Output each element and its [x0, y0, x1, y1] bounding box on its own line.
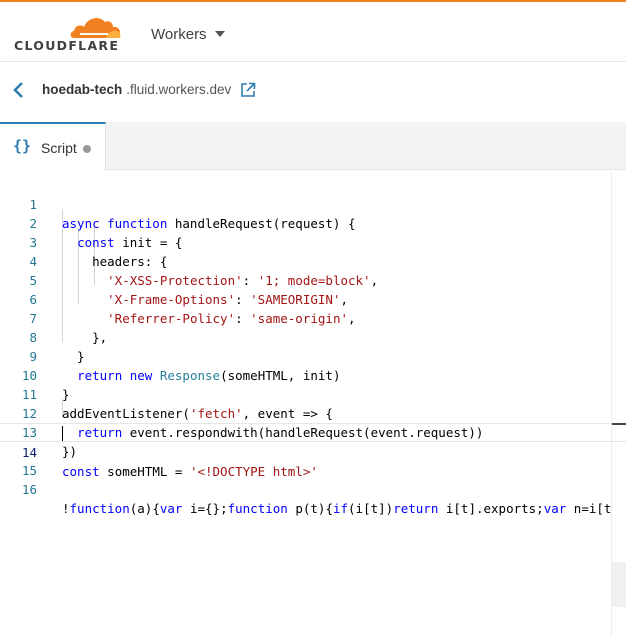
code-line: 16 !function(a){var i={};function p(t){i… — [0, 461, 626, 516]
product-menu-label: Workers — [151, 25, 207, 43]
line-number: 16 — [21, 482, 37, 497]
top-bar: CLOUDFLARE Workers — [0, 0, 626, 62]
tab-script[interactable]: {} Script — [0, 122, 106, 171]
braces-icon: {} — [13, 137, 32, 155]
code-line: 10 } — [0, 347, 626, 402]
code-line: 5 'X-Frame-Options': 'SAMEORIGIN', — [0, 252, 626, 307]
worker-domain: .fluid.workers.dev — [126, 82, 232, 97]
text-cursor — [62, 426, 63, 441]
product-menu-dropdown[interactable]: Workers — [151, 24, 225, 44]
code-line: 2 const init = { — [0, 195, 626, 250]
code-line: 7 }, — [0, 290, 626, 345]
code-line: 9 return new Response(someHTML, init) — [0, 328, 626, 383]
code-line: 13 }) — [0, 404, 626, 459]
cloudflare-logo[interactable]: CLOUDFLARE — [14, 12, 124, 54]
tab-label: Script — [41, 140, 77, 156]
worker-title: hoedab-tech .fluid.workers.dev — [42, 82, 231, 97]
caret-down-icon — [214, 31, 225, 37]
worker-name: hoedab-tech — [42, 82, 123, 97]
code-line: 6 'Referrer-Policy': 'same-origin', — [0, 271, 626, 326]
unsaved-dot-icon — [83, 145, 91, 153]
chevron-left-icon[interactable] — [11, 80, 27, 100]
code-line: 4 'X-XSS-Protection': '1; mode=block', — [0, 233, 626, 288]
code-line: 15 — [0, 442, 626, 478]
code-text: !function(a){var i={};function p(t){if(i… — [62, 501, 612, 516]
scrollbar-thumb[interactable] — [612, 562, 626, 607]
current-code-line: 14 const someHTML = '<!DOCTYPE html>' — [0, 423, 626, 479]
code-line: 12 return event.respondwith(handleReques… — [0, 385, 626, 440]
external-link-icon[interactable] — [240, 82, 256, 98]
code-line: 8 } — [0, 309, 626, 364]
code-line: 1 async function handleRequest(request) … — [0, 176, 626, 231]
cloud-logo-icon — [70, 18, 121, 38]
logo-text: CLOUDFLARE — [14, 38, 120, 53]
code-line: 11 addEventListener('fetch', event => { — [0, 366, 626, 421]
code-line: 3 headers: { — [0, 214, 626, 269]
code-editor[interactable]: 1 async function handleRequest(request) … — [0, 171, 626, 637]
scrollbar-cursor-marker — [612, 423, 626, 425]
